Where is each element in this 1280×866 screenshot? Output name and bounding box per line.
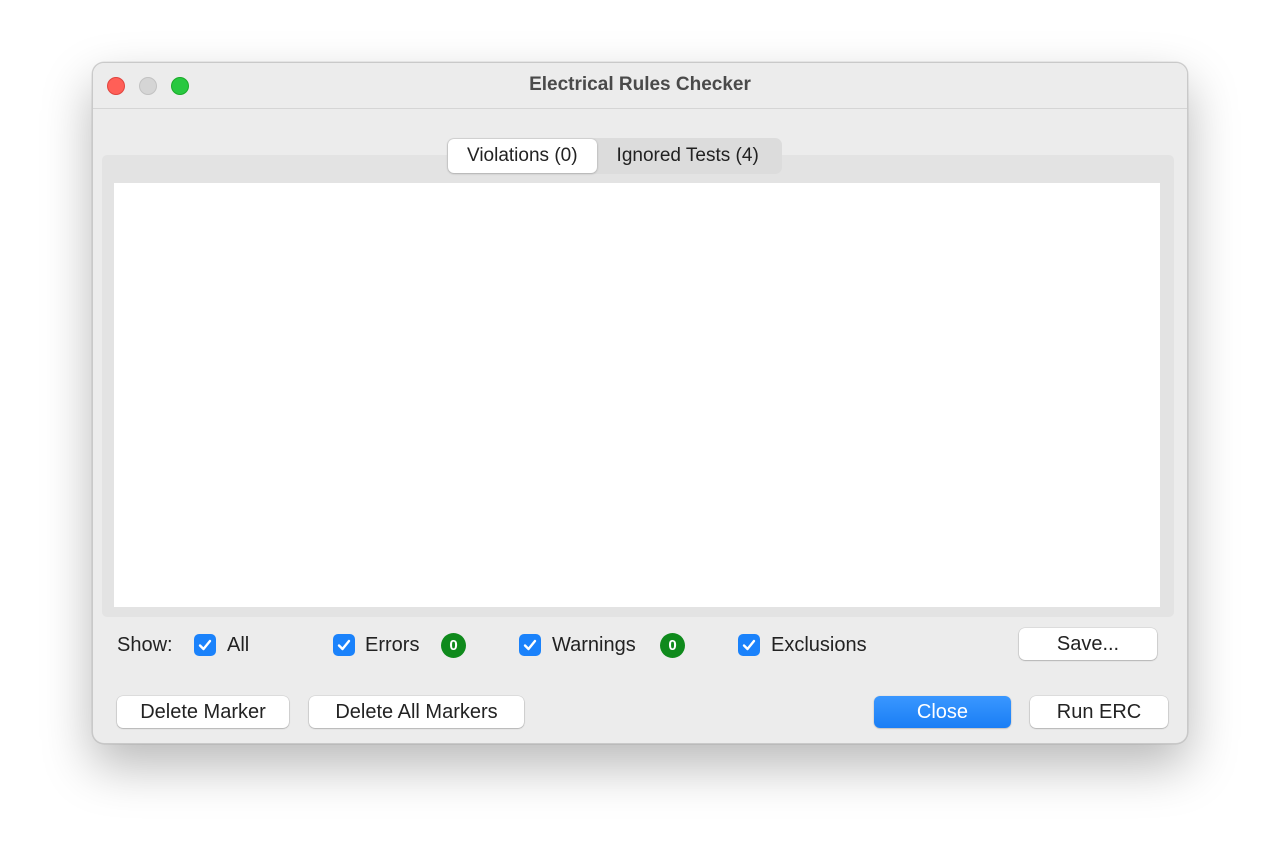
checkmark-icon [337,639,351,651]
checkbox-all[interactable] [194,634,216,656]
label-warnings[interactable]: Warnings [552,627,636,663]
window-title: Electrical Rules Checker [529,74,751,95]
tab-ignored-tests[interactable]: Ignored Tests (4) [597,139,781,173]
tab-bar: Violations (0) Ignored Tests (4) [447,138,782,174]
label-exclusions[interactable]: Exclusions [771,627,867,663]
delete-marker-button[interactable]: Delete Marker [117,696,289,728]
run-erc-button[interactable]: Run ERC [1030,696,1168,728]
label-errors[interactable]: Errors [365,627,419,663]
show-label: Show: [117,634,173,656]
delete-all-markers-button[interactable]: Delete All Markers [309,696,524,728]
label-all[interactable]: All [227,627,249,663]
filter-row: Show: All Errors 0 Warnings 0 Exclusions [93,627,1187,663]
close-button[interactable]: Close [874,696,1011,728]
checkmark-icon [742,639,756,651]
checkbox-exclusions[interactable] [738,634,760,656]
checkbox-errors[interactable] [333,634,355,656]
title-bar[interactable]: Electrical Rules Checker [93,63,1187,109]
warnings-count-badge: 0 [660,633,685,658]
violations-list[interactable] [114,183,1160,607]
checkmark-icon [198,639,212,651]
errors-count-badge: 0 [441,633,466,658]
tab-violations[interactable]: Violations (0) [448,139,597,173]
checkbox-warnings[interactable] [519,634,541,656]
checkmark-icon [523,639,537,651]
erc-dialog-window: Electrical Rules Checker Violations (0) … [92,62,1188,744]
save-button[interactable]: Save... [1019,628,1157,660]
